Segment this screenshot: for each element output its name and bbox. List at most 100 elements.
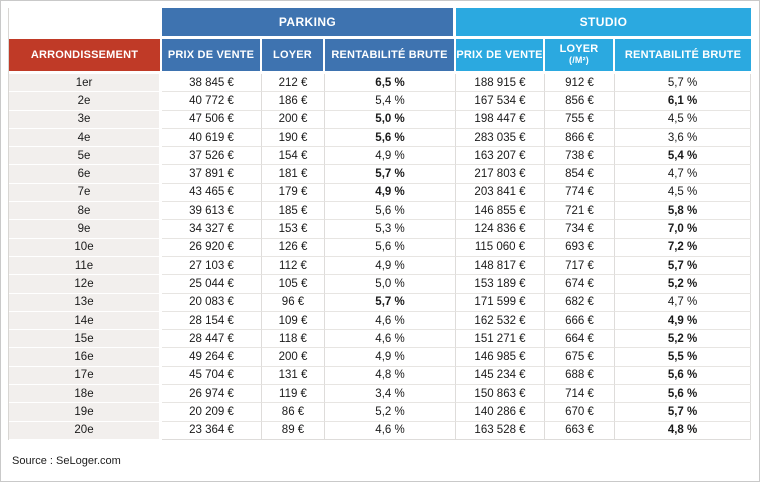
studio-rentabilite-cell: 6,1 % [615, 92, 752, 111]
parking-loyer-cell: 86 € [262, 403, 325, 422]
parking-prix-cell: 27 103 € [162, 256, 262, 276]
studio-loyer-cell: 674 € [545, 275, 616, 294]
parking-rentabilite-cell: 5,6 % [325, 238, 457, 257]
parking-loyer-cell: 119 € [262, 385, 325, 404]
parking-rentabilite-brute-header: RENTABILITÉ BRUTE [325, 39, 457, 74]
studio-prix-cell: 162 532 € [456, 311, 546, 331]
parking-loyer-cell: 200 € [262, 110, 325, 129]
arrondissement-cell: 5e [9, 147, 162, 166]
studio-prix-cell: 217 803 € [456, 165, 546, 184]
parking-prix-cell: 40 772 € [162, 92, 262, 111]
studio-prix-cell: 188 915 € [456, 74, 546, 93]
parking-rentabilite-cell: 5,7 % [325, 165, 457, 184]
studio-rentabilite-cell: 4,7 % [615, 165, 752, 184]
parking-prix-cell: 20 083 € [162, 293, 262, 312]
parking-loyer-cell: 179 € [262, 183, 325, 203]
arrondissement-cell: 20e [9, 421, 162, 440]
studio-loyer-cell: 693 € [545, 238, 616, 257]
studio-loyer-cell: 856 € [545, 92, 616, 111]
parking-rentabilite-cell: 4,6 % [325, 311, 457, 331]
parking-loyer-cell: 131 € [262, 366, 325, 386]
rentability-comparison-table-wrapper: PARKING STUDIO ARRONDISSEMENT PRIX DE VE… [8, 8, 752, 440]
parking-rentabilite-cell: 4,6 % [325, 330, 457, 349]
studio-loyer-cell: 755 € [545, 110, 616, 129]
studio-rentabilite-cell: 7,0 % [615, 220, 752, 239]
parking-rentabilite-cell: 5,6 % [325, 202, 457, 221]
studio-loyer-cell: 854 € [545, 165, 616, 184]
studio-rentabilite-cell: 3,6 % [615, 128, 752, 148]
arrondissement-cell: 6e [9, 165, 162, 184]
parking-rentabilite-cell: 4,9 % [325, 256, 457, 276]
parking-prix-de-vente-header: PRIX DE VENTE [162, 39, 262, 74]
source-caption: Source : SeLoger.com [12, 455, 121, 467]
studio-rentabilite-cell: 4,8 % [615, 421, 752, 440]
studio-loyer-cell: 738 € [545, 147, 616, 166]
table-row: 4e 40 619 € 190 € 5,6 % 283 035 € 866 € … [9, 128, 752, 148]
studio-prix-de-vente-header: PRIX DE VENTE [456, 39, 546, 74]
studio-rentabilite-cell: 4,7 % [615, 293, 752, 312]
studio-prix-cell: 115 060 € [456, 238, 546, 257]
parking-loyer-cell: 181 € [262, 165, 325, 184]
studio-rentabilite-cell: 4,5 % [615, 183, 752, 203]
table-row: 17e 45 704 € 131 € 4,8 % 145 234 € 688 €… [9, 366, 752, 386]
studio-loyer-cell: 717 € [545, 256, 616, 276]
parking-rentabilite-cell: 4,6 % [325, 421, 457, 440]
arrondissement-cell: 15e [9, 330, 162, 349]
rentability-table: PARKING STUDIO ARRONDISSEMENT PRIX DE VE… [8, 8, 752, 440]
table-row: 19e 20 209 € 86 € 5,2 % 140 286 € 670 € … [9, 403, 752, 422]
studio-loyer-cell: 734 € [545, 220, 616, 239]
parking-loyer-cell: 200 € [262, 348, 325, 367]
arrondissement-cell: 3e [9, 110, 162, 129]
studio-loyer-cell: 714 € [545, 385, 616, 404]
studio-loyer-header: LOYER (/M²) [545, 39, 616, 74]
column-header-row: ARRONDISSEMENT PRIX DE VENTE LOYER RENTA… [9, 39, 752, 74]
table-row: 6e 37 891 € 181 € 5,7 % 217 803 € 854 € … [9, 165, 752, 184]
arrondissement-cell: 19e [9, 403, 162, 422]
table-row: 20e 23 364 € 89 € 4,6 % 163 528 € 663 € … [9, 421, 752, 440]
studio-loyer-cell: 721 € [545, 202, 616, 221]
table-row: 13e 20 083 € 96 € 5,7 % 171 599 € 682 € … [9, 293, 752, 312]
table-row: 1er 38 845 € 212 € 6,5 % 188 915 € 912 €… [9, 74, 752, 93]
studio-loyer-cell: 866 € [545, 128, 616, 148]
studio-prix-cell: 146 855 € [456, 202, 546, 221]
parking-loyer-cell: 96 € [262, 293, 325, 312]
arrondissement-cell: 9e [9, 220, 162, 239]
studio-rentabilite-cell: 5,5 % [615, 348, 752, 367]
studio-prix-cell: 153 189 € [456, 275, 546, 294]
studio-rentabilite-cell: 5,6 % [615, 385, 752, 404]
parking-prix-cell: 23 364 € [162, 421, 262, 440]
parking-loyer-cell: 126 € [262, 238, 325, 257]
parking-rentabilite-cell: 5,2 % [325, 403, 457, 422]
parking-prix-cell: 37 891 € [162, 165, 262, 184]
table-row: 3e 47 506 € 200 € 5,0 % 198 447 € 755 € … [9, 110, 752, 129]
studio-loyer-cell: 688 € [545, 366, 616, 386]
arrondissement-cell: 14e [9, 311, 162, 331]
studio-loyer-cell: 912 € [545, 74, 616, 93]
arrondissement-cell: 11e [9, 256, 162, 276]
arrondissement-cell: 10e [9, 238, 162, 257]
studio-prix-cell: 146 985 € [456, 348, 546, 367]
arrondissement-header: ARRONDISSEMENT [9, 39, 162, 74]
table-row: 18e 26 974 € 119 € 3,4 % 150 863 € 714 €… [9, 385, 752, 404]
studio-loyer-cell: 682 € [545, 293, 616, 312]
parking-loyer-cell: 105 € [262, 275, 325, 294]
parking-rentabilite-cell: 4,9 % [325, 147, 457, 166]
arrondissement-cell: 16e [9, 348, 162, 367]
studio-prix-cell: 148 817 € [456, 256, 546, 276]
table-row: 5e 37 526 € 154 € 4,9 % 163 207 € 738 € … [9, 147, 752, 166]
parking-rentabilite-cell: 5,0 % [325, 110, 457, 129]
studio-loyer-unit: (/M²) [569, 55, 590, 65]
studio-group-header: STUDIO [456, 8, 752, 39]
parking-group-header: PARKING [162, 8, 457, 39]
parking-prix-cell: 26 974 € [162, 385, 262, 404]
studio-rentabilite-cell: 5,7 % [615, 256, 752, 276]
parking-rentabilite-cell: 4,9 % [325, 183, 457, 203]
group-header-row: PARKING STUDIO [9, 8, 752, 39]
arrondissement-cell: 12e [9, 275, 162, 294]
parking-prix-cell: 43 465 € [162, 183, 262, 203]
corner-cell [9, 8, 162, 39]
table-row: 14e 28 154 € 109 € 4,6 % 162 532 € 666 €… [9, 311, 752, 331]
parking-loyer-cell: 118 € [262, 330, 325, 349]
parking-prix-cell: 49 264 € [162, 348, 262, 367]
arrondissement-cell: 7e [9, 183, 162, 203]
